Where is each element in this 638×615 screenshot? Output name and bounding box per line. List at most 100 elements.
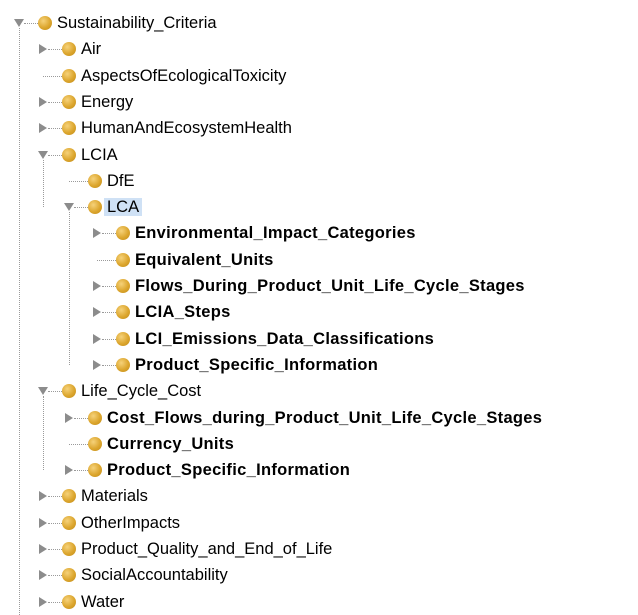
tree-node-aspectsofecologicaltoxicity[interactable]: AspectsOfEcologicalToxicity	[0, 64, 638, 88]
expand-toggle-down-icon[interactable]	[38, 386, 48, 396]
class-node-icon	[62, 121, 76, 135]
tree-connector-line	[48, 549, 62, 550]
tree-node-label[interactable]: Product_Specific_Information	[107, 461, 350, 479]
class-node-icon	[62, 489, 76, 503]
tree-node-dfe[interactable]: DfE	[0, 169, 638, 193]
tree-node-equivalent-units[interactable]: Equivalent_Units	[0, 248, 638, 272]
tree-connector-line	[74, 207, 88, 208]
tree-node-environmental-impact-categories[interactable]: Environmental_Impact_Categories	[0, 221, 638, 245]
tree-node-flows-during-product-unit-life-cycle-stages[interactable]: Flows_During_Product_Unit_Life_Cycle_Sta…	[0, 274, 638, 298]
tree-connector-line	[48, 496, 62, 497]
tree-node-label[interactable]: DfE	[107, 172, 135, 190]
tree-node-water[interactable]: Water	[0, 590, 638, 614]
tree-node-cost-flows-during-product-unit-life-cycle-stages[interactable]: Cost_Flows_during_Product_Unit_Life_Cycl…	[0, 406, 638, 430]
expand-toggle-right-icon[interactable]	[38, 597, 48, 607]
expand-toggle-right-icon[interactable]	[92, 334, 102, 344]
tree-node-lcia-steps[interactable]: LCIA_Steps	[0, 300, 638, 324]
tree-node-lca[interactable]: LCA	[0, 195, 638, 219]
tree-node-lci-emissions-data-classifications[interactable]: LCI_Emissions_Data_Classifications	[0, 327, 638, 351]
tree-connector-line	[102, 365, 116, 366]
class-node-icon	[116, 253, 130, 267]
tree-connector-line	[69, 444, 88, 445]
tree-node-label[interactable]: Product_Specific_Information	[135, 356, 378, 374]
tree-node-label[interactable]: Energy	[81, 93, 133, 111]
class-node-icon	[88, 200, 102, 214]
tree-node-label[interactable]: SocialAccountability	[81, 566, 228, 584]
tree-connector-line	[102, 233, 116, 234]
expand-toggle-right-icon[interactable]	[38, 518, 48, 528]
tree-node-label[interactable]: Cost_Flows_during_Product_Unit_Life_Cycl…	[107, 409, 542, 427]
expand-toggle-right-icon[interactable]	[92, 281, 102, 291]
tree-node-energy[interactable]: Energy	[0, 90, 638, 114]
class-node-icon	[116, 226, 130, 240]
tree-node-sustainability-criteria[interactable]: Sustainability_Criteria	[0, 11, 638, 35]
tree-connector-line	[48, 602, 62, 603]
tree-node-label[interactable]: LCIA_Steps	[135, 303, 231, 321]
class-node-icon	[62, 568, 76, 582]
tree-node-humanandecosystemhealth[interactable]: HumanAndEcosystemHealth	[0, 116, 638, 140]
tree-node-label[interactable]: Materials	[81, 487, 148, 505]
tree-connector-line	[48, 49, 62, 50]
class-node-icon	[62, 542, 76, 556]
expand-toggle-right-icon[interactable]	[38, 44, 48, 54]
tree-node-label[interactable]: Sustainability_Criteria	[57, 14, 217, 32]
expand-toggle-down-icon[interactable]	[14, 18, 24, 28]
tree-node-socialaccountability[interactable]: SocialAccountability	[0, 563, 638, 587]
tree-node-label[interactable]: Environmental_Impact_Categories	[135, 224, 416, 242]
expand-toggle-right-icon[interactable]	[92, 360, 102, 370]
tree-node-product-specific-information[interactable]: Product_Specific_Information	[0, 458, 638, 482]
class-node-icon	[62, 595, 76, 609]
tree-node-label[interactable]: HumanAndEcosystemHealth	[81, 119, 292, 137]
tree-connector-line	[74, 418, 88, 419]
expand-toggle-right-icon[interactable]	[38, 570, 48, 580]
tree-connector-line	[97, 260, 116, 261]
expand-toggle-right-icon[interactable]	[64, 465, 74, 475]
tree-node-life-cycle-cost[interactable]: Life_Cycle_Cost	[0, 379, 638, 403]
class-node-icon	[38, 16, 52, 30]
tree-node-label[interactable]: OtherImpacts	[81, 514, 180, 532]
expand-toggle-down-icon[interactable]	[38, 150, 48, 160]
tree-node-materials[interactable]: Materials	[0, 484, 638, 508]
class-node-icon	[116, 279, 130, 293]
class-node-icon	[116, 305, 130, 319]
tree-connector-line	[69, 181, 88, 182]
expand-toggle-right-icon[interactable]	[92, 307, 102, 317]
expand-toggle-right-icon[interactable]	[92, 228, 102, 238]
tree-node-currency-units[interactable]: Currency_Units	[0, 432, 638, 456]
tree-node-label[interactable]: AspectsOfEcologicalToxicity	[81, 67, 286, 85]
tree-node-label[interactable]: LCIA	[81, 146, 118, 164]
expand-toggle-down-icon[interactable]	[64, 202, 74, 212]
class-node-icon	[62, 516, 76, 530]
expand-toggle-right-icon[interactable]	[38, 491, 48, 501]
tree-node-lcia[interactable]: LCIA	[0, 143, 638, 167]
tree-node-label[interactable]: Life_Cycle_Cost	[81, 382, 201, 400]
tree-node-label[interactable]: Water	[81, 593, 124, 611]
tree-connector-line	[102, 312, 116, 313]
tree-node-label[interactable]: Equivalent_Units	[135, 251, 274, 269]
tree-connector-line	[48, 128, 62, 129]
tree-connector-line	[48, 102, 62, 103]
tree-connector-line	[48, 155, 62, 156]
expand-toggle-right-icon[interactable]	[64, 413, 74, 423]
tree-node-label[interactable]: Air	[81, 40, 101, 58]
tree-node-product-quality-and-end-of-life[interactable]: Product_Quality_and_End_of_Life	[0, 537, 638, 561]
expand-toggle-right-icon[interactable]	[38, 544, 48, 554]
class-node-icon	[116, 358, 130, 372]
tree-connector-line	[43, 76, 62, 77]
tree-connector-line	[102, 339, 116, 340]
expand-toggle-right-icon[interactable]	[38, 97, 48, 107]
tree-node-air[interactable]: Air	[0, 37, 638, 61]
tree-node-label[interactable]: Flows_During_Product_Unit_Life_Cycle_Sta…	[135, 277, 525, 295]
tree-node-otherimpacts[interactable]: OtherImpacts	[0, 511, 638, 535]
class-node-icon	[88, 411, 102, 425]
tree-node-product-specific-information[interactable]: Product_Specific_Information	[0, 353, 638, 377]
class-hierarchy-tree: Sustainability_Criteria Air AspectsOfEcolo…	[0, 0, 638, 615]
class-node-icon	[88, 463, 102, 477]
tree-node-label[interactable]: Currency_Units	[107, 435, 234, 453]
class-node-icon	[88, 174, 102, 188]
expand-toggle-right-icon[interactable]	[38, 123, 48, 133]
tree-connector-line	[102, 286, 116, 287]
tree-node-label[interactable]: LCI_Emissions_Data_Classifications	[135, 330, 434, 348]
tree-node-label[interactable]: Product_Quality_and_End_of_Life	[81, 540, 332, 558]
tree-node-label[interactable]: LCA	[104, 198, 143, 216]
